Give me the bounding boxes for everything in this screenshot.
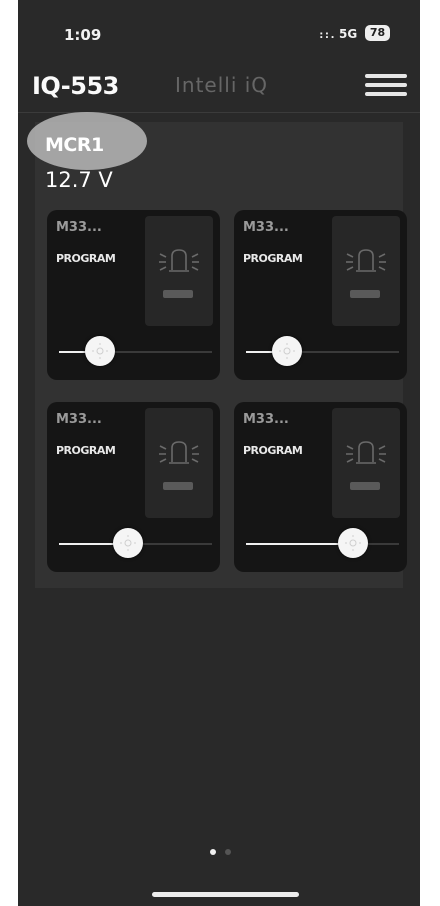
slider-knob[interactable] — [85, 336, 116, 366]
brightness-slider[interactable] — [59, 528, 212, 558]
beacon-icon — [159, 249, 199, 272]
sun-icon — [279, 343, 296, 359]
page-dot[interactable] — [225, 849, 231, 855]
slider-knob[interactable] — [338, 528, 369, 558]
home-indicator[interactable] — [152, 892, 299, 897]
page-indicator[interactable] — [210, 840, 240, 859]
sun-icon — [345, 535, 362, 551]
output-card[interactable]: M33... PROGRAM — [47, 402, 220, 572]
hamburger-menu-icon[interactable] — [365, 74, 407, 100]
brightness-slider[interactable] — [246, 336, 399, 366]
phone-screen: 1:09 ::. 5G 78 IQ-553 Intelli iQ MCR1 12… — [18, 0, 420, 906]
status-bar: 1:09 ::. 5G 78 — [18, 0, 420, 52]
status-led — [350, 290, 380, 298]
brightness-slider[interactable] — [246, 528, 399, 558]
sun-icon — [92, 343, 109, 359]
status-led — [350, 482, 380, 490]
battery-icon: 78 — [365, 25, 390, 41]
device-title: IQ-553 — [32, 72, 119, 100]
output-mode: PROGRAM — [56, 252, 116, 265]
status-time: 1:09 — [64, 26, 102, 44]
voltage-readout: 12.7 V — [45, 168, 113, 192]
output-mode: PROGRAM — [243, 444, 303, 457]
signal-icon: ::. — [318, 28, 336, 41]
beacon-icon — [346, 249, 386, 272]
output-card[interactable]: M33... PROGRAM — [234, 402, 407, 572]
output-mode: PROGRAM — [56, 444, 116, 457]
app-header: IQ-553 Intelli iQ — [18, 62, 420, 113]
slider-knob[interactable] — [272, 336, 303, 366]
output-name: M33... — [243, 412, 289, 427]
beacon-icon — [346, 441, 386, 464]
output-card[interactable]: M33... PROGRAM — [47, 210, 220, 380]
slider-knob[interactable] — [112, 528, 143, 558]
network-label: 5G — [339, 27, 358, 41]
beacon-icon — [159, 441, 199, 464]
output-mode: PROGRAM — [243, 252, 303, 265]
module-name[interactable]: MCR1 — [45, 134, 104, 156]
app-name: Intelli iQ — [175, 73, 269, 97]
sun-icon — [119, 535, 136, 551]
output-name: M33... — [243, 220, 289, 235]
module-panel: MCR1 12.7 V M33... PROGRAM M33... PROGRA… — [27, 112, 407, 588]
output-name: M33... — [56, 412, 102, 427]
page-dot-active[interactable] — [210, 849, 216, 855]
output-card[interactable]: M33... PROGRAM — [234, 210, 407, 380]
brightness-slider[interactable] — [59, 336, 212, 366]
status-led — [163, 290, 193, 298]
status-led — [163, 482, 193, 490]
output-name: M33... — [56, 220, 102, 235]
